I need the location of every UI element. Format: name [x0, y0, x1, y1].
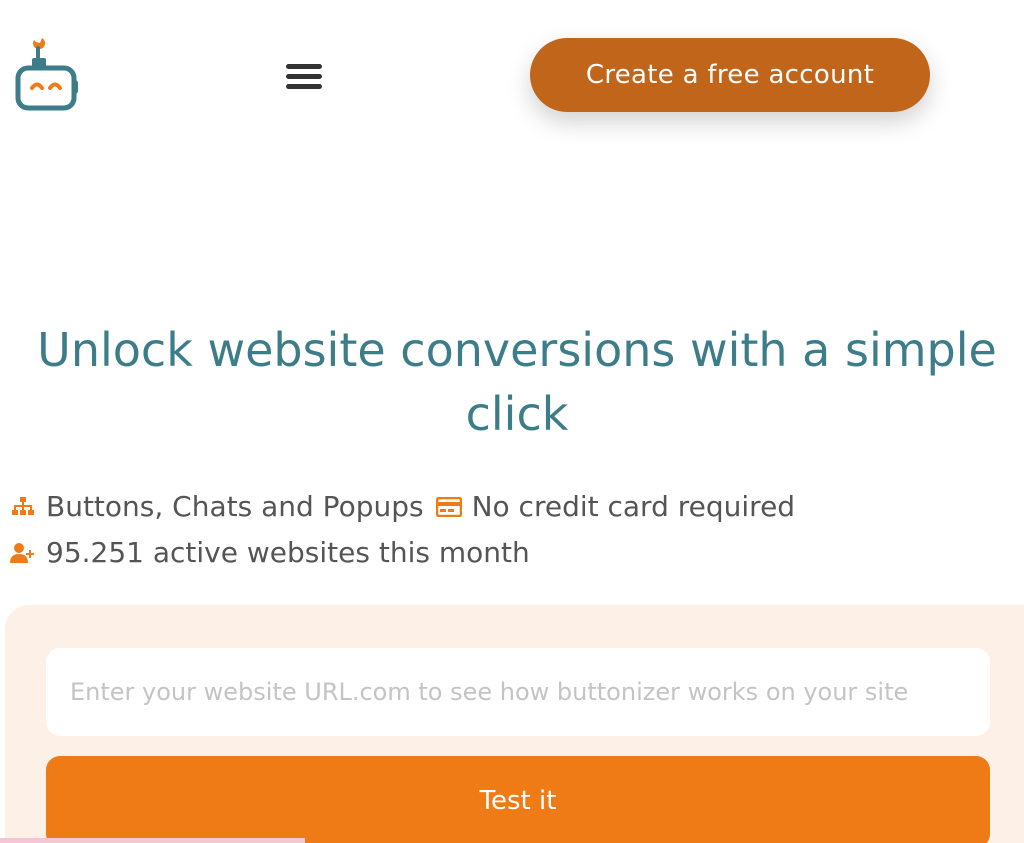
menu-bar [286, 83, 322, 89]
hero-title: Unlock website conversions with a simple… [37, 323, 997, 441]
feature-label: Buttons, Chats and Popups [46, 490, 424, 523]
menu-bar [286, 73, 322, 79]
sitemap-icon [8, 492, 38, 522]
credit-card-icon [434, 492, 464, 522]
feature-label: No credit card required [471, 490, 796, 523]
website-url-input[interactable] [46, 648, 990, 736]
bottom-scroll-indicator [0, 838, 305, 843]
features-line-1: Buttons, Chats and Popups No credit card… [8, 484, 805, 530]
features-line-2: 95.251 active websites this month [8, 530, 805, 576]
page: Create a free account Unlock website con… [0, 0, 1024, 843]
create-account-button[interactable]: Create a free account [530, 38, 930, 112]
test-it-button[interactable]: Test it [46, 756, 990, 843]
user-plus-icon [8, 538, 38, 568]
feature-label: 95.251 active websites this month [46, 536, 530, 569]
menu-bar [286, 63, 322, 69]
robot-logo-icon[interactable] [14, 32, 84, 116]
hamburger-menu-icon[interactable] [286, 58, 326, 94]
features-list: Buttons, Chats and Popups No credit card… [8, 484, 805, 576]
